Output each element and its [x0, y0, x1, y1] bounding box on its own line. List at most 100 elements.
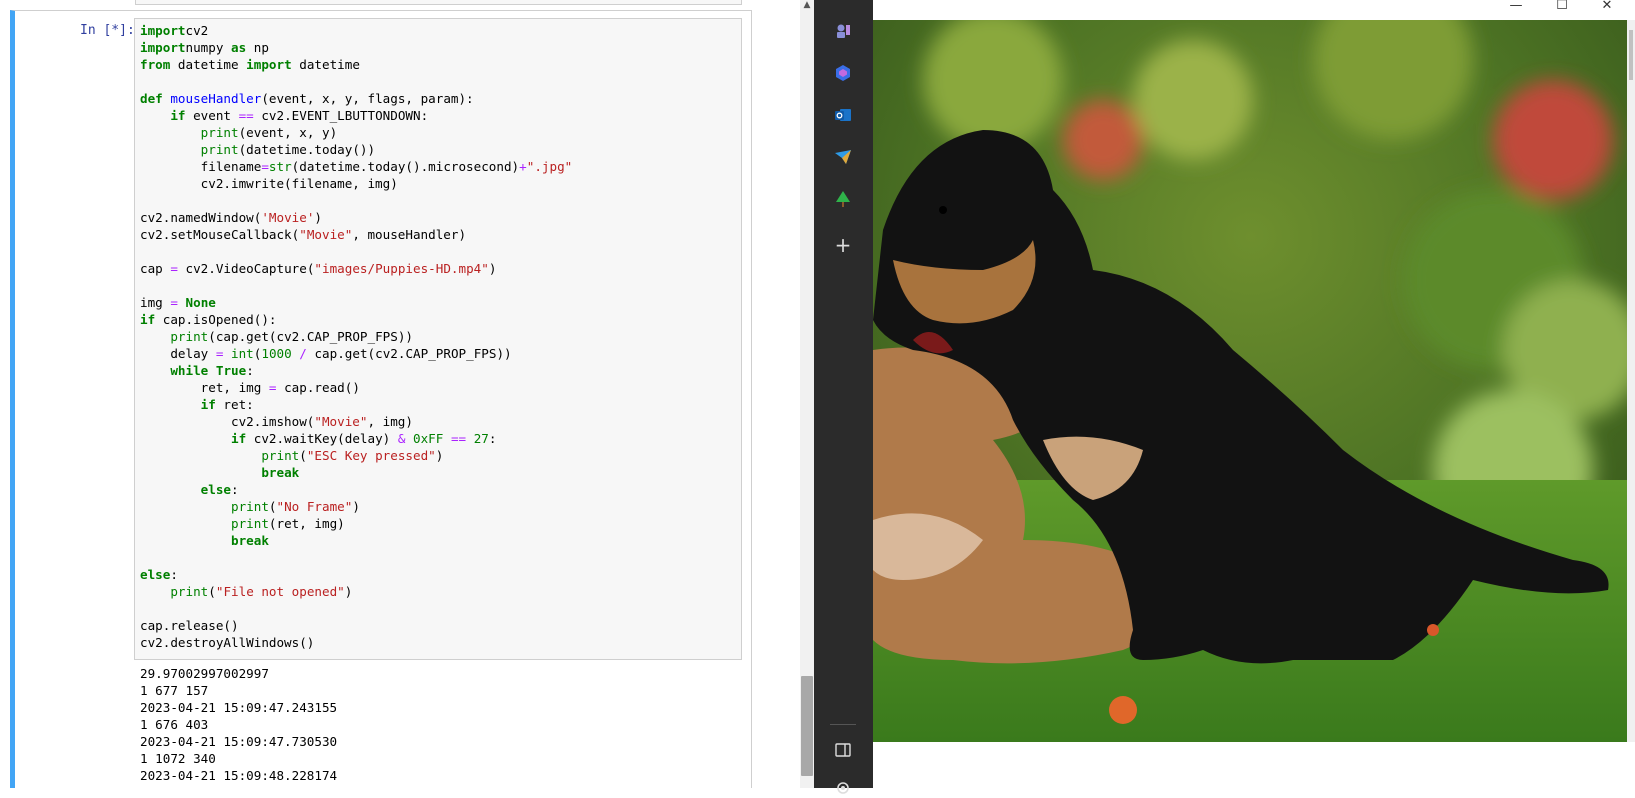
- settings-icon[interactable]: [833, 778, 853, 798]
- chess-pawn-icon[interactable]: [833, 21, 853, 41]
- code-token: , mouseHandler): [352, 227, 467, 242]
- code-line[interactable]: [140, 192, 572, 209]
- code-token: datetime: [291, 57, 360, 72]
- code-line[interactable]: while True:: [140, 362, 572, 379]
- scroll-up-arrow-icon[interactable]: ▲: [800, 0, 814, 10]
- add-icon[interactable]: +: [833, 233, 853, 257]
- minimize-icon[interactable]: —: [1496, 0, 1536, 14]
- window-scrollbar[interactable]: [1627, 20, 1635, 742]
- code-token: ): [314, 210, 322, 225]
- code-token: print: [200, 125, 239, 140]
- code-token: print: [231, 516, 269, 531]
- tree-icon[interactable]: [833, 189, 853, 209]
- output-line: 1 676 403: [140, 717, 209, 732]
- code-token: "Movie": [299, 227, 353, 242]
- notebook-scrollbar-thumb[interactable]: [801, 676, 813, 776]
- code-line[interactable]: [140, 73, 572, 90]
- code-line[interactable]: print(event, x, y): [140, 124, 572, 141]
- code-token: print: [200, 142, 239, 157]
- code-line[interactable]: if ret:: [140, 396, 572, 413]
- code-line[interactable]: print(ret, img): [140, 515, 572, 532]
- window-titlebar[interactable]: — ☐ ✕: [873, 0, 1635, 20]
- code-token: ret, img: [140, 380, 269, 395]
- code-token: (: [268, 499, 277, 514]
- code-token: cv2.imshow(: [140, 414, 315, 429]
- code-line[interactable]: cap.release(): [140, 617, 572, 634]
- code-line[interactable]: from datetime import datetime: [140, 56, 572, 73]
- outlook-icon[interactable]: [833, 105, 853, 125]
- code-line[interactable]: break: [140, 464, 572, 481]
- code-token: str: [268, 159, 292, 174]
- code-line[interactable]: ret, img = cap.read(): [140, 379, 572, 396]
- code-line[interactable]: filename=str(datetime.today().microsecon…: [140, 158, 573, 175]
- code-token: import: [140, 40, 186, 55]
- code-line[interactable]: if cv2.waitKey(delay) & 0xFF == 27:: [140, 430, 572, 447]
- code-line[interactable]: print("File not opened"): [140, 583, 572, 600]
- code-line[interactable]: cv2.namedWindow('Movie'): [140, 209, 572, 226]
- output-line: 2023-04-21 15:09:47.243155: [140, 700, 338, 715]
- code-line[interactable]: [140, 277, 572, 294]
- code-token: :: [488, 431, 497, 446]
- split-screen-icon[interactable]: [833, 740, 853, 760]
- code-line[interactable]: [140, 243, 572, 260]
- code-token: break: [261, 465, 300, 480]
- code-line[interactable]: if cap.isOpened():: [140, 311, 572, 328]
- copilot-icon[interactable]: [833, 63, 853, 83]
- code-line[interactable]: print(datetime.today()): [140, 141, 572, 158]
- send-icon[interactable]: [833, 147, 853, 167]
- code-token: 1000: [261, 346, 292, 361]
- code-line[interactable]: [140, 600, 572, 617]
- window-scrollbar-thumb[interactable]: [1629, 30, 1633, 80]
- code-editor[interactable]: importcv2 importnumpy as np from datetime …: [140, 22, 572, 651]
- code-token: int: [231, 346, 254, 361]
- code-token: =: [170, 261, 178, 276]
- code-line[interactable]: print("ESC Key pressed"): [140, 447, 572, 464]
- video-frame[interactable]: [873, 20, 1629, 742]
- code-line[interactable]: delay = int(1000 / cap.get(cv2.CAP_PROP_…: [140, 345, 572, 362]
- code-line[interactable]: cv2.setMouseCallback("Movie", mouseHandl…: [140, 226, 572, 243]
- code-token: ".jpg": [526, 159, 573, 174]
- code-line[interactable]: else:: [140, 481, 572, 498]
- code-line[interactable]: if event == cv2.EVENT_LBUTTONDOWN:: [140, 107, 572, 124]
- code-token: ): [488, 261, 497, 276]
- code-line[interactable]: print(cap.get(cv2.CAP_PROP_FPS)): [140, 328, 572, 345]
- output-line: 1 677 157: [140, 683, 209, 698]
- code-line[interactable]: cv2.imshow("Movie", img): [140, 413, 572, 430]
- code-line[interactable]: importcv2: [140, 22, 572, 39]
- code-token: (: [208, 584, 216, 599]
- code-line[interactable]: def mouseHandler(event, x, y, flags, par…: [140, 90, 572, 107]
- code-token: "ESC Key pressed": [306, 448, 436, 463]
- code-token: filename: [140, 159, 262, 174]
- code-line[interactable]: break: [140, 532, 572, 549]
- code-line[interactable]: cap = cv2.VideoCapture("images/Puppies-H…: [140, 260, 572, 277]
- code-line[interactable]: img = None: [140, 294, 572, 311]
- code-line[interactable]: cv2.destroyAllWindows(): [140, 634, 572, 651]
- code-line[interactable]: else:: [140, 566, 572, 583]
- notebook-scrollbar[interactable]: [800, 0, 814, 788]
- code-token: 0xFF: [413, 431, 444, 446]
- cell-prompt: In [*]:: [80, 23, 135, 38]
- code-token: 27: [473, 431, 489, 446]
- code-token: ): [352, 499, 360, 514]
- code-line[interactable]: cv2.imwrite(filename, img): [140, 175, 572, 192]
- maximize-icon[interactable]: ☐: [1542, 0, 1582, 14]
- code-line[interactable]: print("No Frame"): [140, 498, 572, 515]
- code-token: ==: [450, 431, 467, 446]
- code-token: if: [231, 431, 247, 446]
- code-token: cv2.setMouseCallback(: [140, 227, 300, 242]
- close-icon[interactable]: ✕: [1587, 0, 1627, 14]
- code-line[interactable]: [140, 549, 572, 566]
- code-line[interactable]: importnumpy as np: [140, 39, 572, 56]
- code-token: cap.release(): [140, 618, 239, 633]
- sidebar-divider: [830, 724, 856, 725]
- previous-cell[interactable]: [135, 0, 742, 5]
